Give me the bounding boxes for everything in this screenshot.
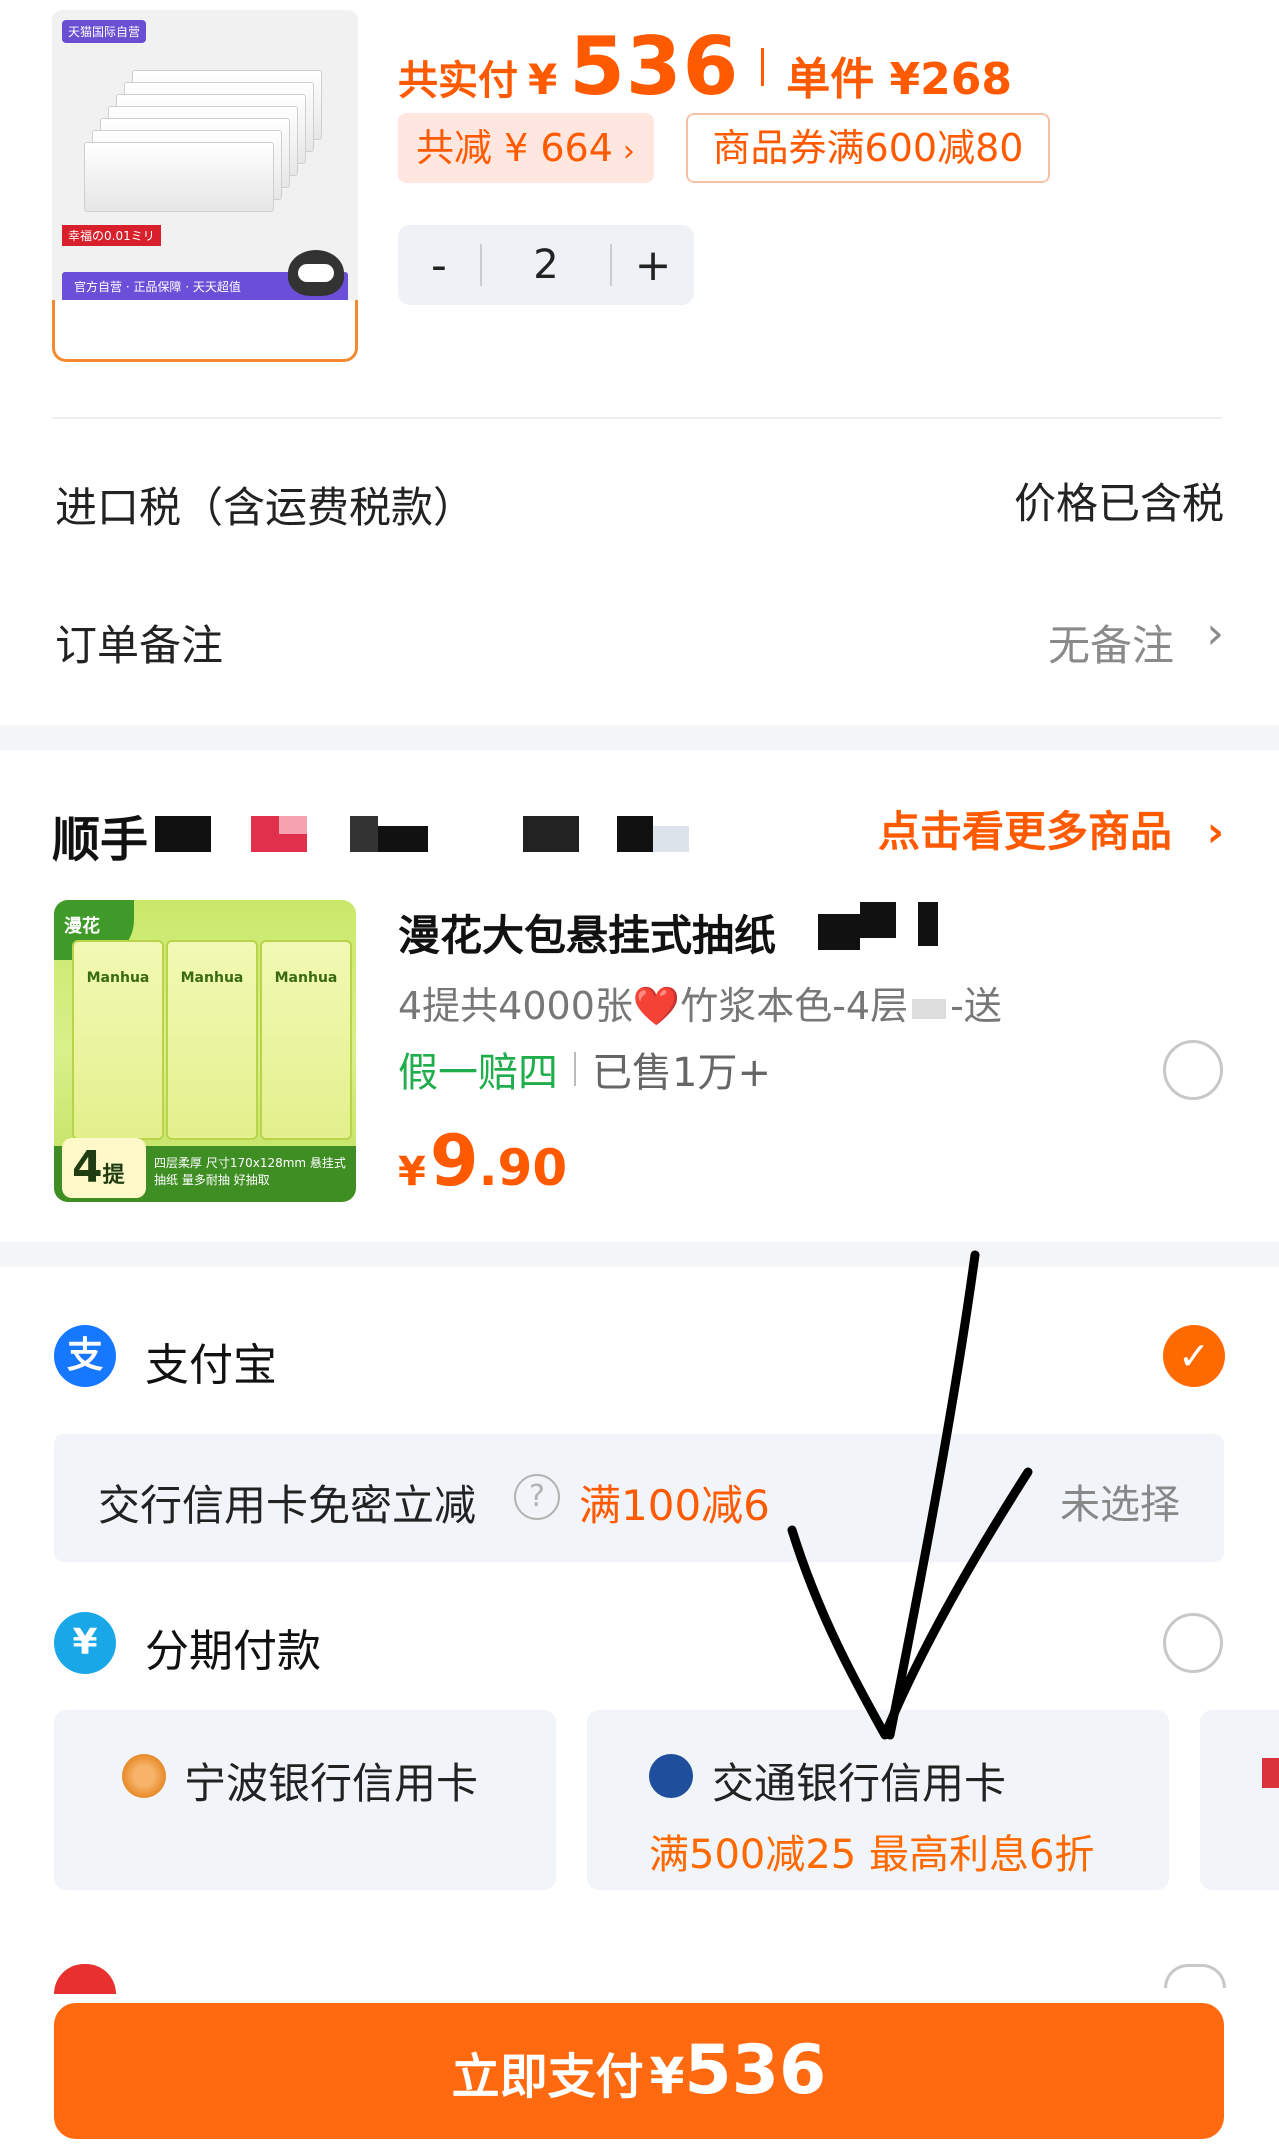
promo-select-state: 未选择 (1060, 1482, 1180, 1528)
installment-radio[interactable] (1163, 1613, 1223, 1673)
chevron-right-icon: › (1206, 807, 1224, 856)
hidden-button-edge (52, 300, 358, 362)
quantity-value[interactable]: 2 (482, 242, 610, 288)
pay-button-currency: ¥ (649, 2047, 685, 2105)
product-title[interactable]: 漫花大包悬挂式抽纸 (398, 902, 938, 963)
next-payment-icon-partial (54, 1964, 116, 1994)
help-question-icon[interactable]: ? (514, 1474, 560, 1520)
quantity-increase-button[interactable]: + (612, 240, 694, 291)
pay-button-label: 立即支付 (451, 2049, 644, 2105)
price-integer: 9 (429, 1120, 479, 1202)
pay-button-amount: 536 (684, 2031, 827, 2110)
coupon-tag[interactable]: 商品券满600减80 (686, 113, 1050, 183)
cart-item-card: 天猫国际自营 幸福の0.01ミリ 官方自营 · 正品保障 · 天天超值 共实付 … (0, 0, 1279, 725)
price-separator (761, 47, 765, 86)
more-products-link[interactable]: 点击看更多商品 › (878, 798, 1224, 859)
installment-card-option[interactable]: 交通银行信用卡 满500减25 最高利息6折 (587, 1710, 1169, 1890)
price-currency: ¥ (398, 1149, 426, 1195)
chevron-right-icon: › (1206, 608, 1224, 659)
alipay-selected-check-icon[interactable]: ✓ (1163, 1325, 1225, 1387)
bank-name: 宁波银行信用卡 (184, 1759, 479, 1808)
installment-card-option[interactable]: 宁波银行信用卡 (54, 1710, 556, 1890)
tag-divider (574, 1052, 576, 1086)
unit-price: 单件 ¥268 (786, 54, 1013, 105)
product-image[interactable]: 漫花 Manhua Manhua Manhua 四层柔厚 尺寸170x128mm… (54, 900, 356, 1202)
censor-block (918, 902, 938, 946)
total-currency: ¥ (528, 55, 558, 104)
tmall-mascot-icon (288, 250, 344, 296)
shop-recommendation-card: 顺手 点击看更多商品 › 漫花 Manhua Manhua Manhua 四层柔… (0, 750, 1279, 1242)
alipay-label[interactable]: 支付宝 (145, 1329, 277, 1393)
quantity-stepper: - 2 + (398, 225, 694, 305)
divider (52, 417, 1222, 419)
total-amount: 536 (569, 20, 740, 113)
import-tax-label: 进口税（含运费税款） (55, 483, 476, 532)
sold-count: 已售1万+ (592, 1050, 771, 1096)
censored-shop-name (155, 816, 715, 852)
alipay-icon: 支 (54, 1325, 116, 1387)
discount-label: 共减 ¥ 664 (416, 126, 613, 170)
product-subtitle-tail: -送 (950, 984, 1002, 1028)
bank-name: 交通银行信用卡 (712, 1759, 1007, 1808)
bocom-bank-logo-icon (649, 1754, 693, 1798)
censor-block (818, 914, 860, 950)
product-subtitle: 4提共4000张❤️竹浆本色-4层 -送 (398, 975, 1002, 1030)
discount-detail-button[interactable]: 共减 ¥ 664 › (398, 113, 654, 183)
product-pack: Manhua (260, 940, 352, 1140)
installment-label[interactable]: 分期付款 (145, 1615, 321, 1679)
installment-card-option-partial[interactable] (1200, 1710, 1279, 1890)
product-pack: Manhua (166, 940, 258, 1140)
pay-now-button[interactable]: 立即支付 ¥ 536 (54, 2003, 1224, 2139)
ningbo-bank-logo-icon (122, 1754, 166, 1798)
total-label: 共实付 (398, 58, 518, 104)
guarantee-tag: 假一赔四 (398, 1050, 558, 1096)
promo-text: 交行信用卡免密立减 (98, 1481, 477, 1530)
alipay-promo-row[interactable]: 交行信用卡免密立减 ? 满100减6 未选择 (54, 1434, 1224, 1562)
product-price: ¥ 9 .90 (398, 1120, 567, 1202)
product-thumbnail[interactable]: 天猫国际自营 幸福の0.01ミリ 官方自营 · 正品保障 · 天天超值 (52, 10, 358, 308)
next-payment-radio-partial (1164, 1964, 1226, 1988)
add-product-radio[interactable] (1163, 1040, 1223, 1100)
product-tags: 假一赔四 已售1万+ (398, 1040, 771, 1098)
bank-logo-icon (1262, 1758, 1279, 1788)
pack-count: 4 (72, 1142, 103, 1193)
total-price-line: 共实付 ¥ 536 单件 ¥268 (398, 20, 1012, 113)
order-note-value: 无备注 (1047, 621, 1174, 670)
card-offer: 满500减25 最高利息6折 (649, 1832, 1095, 1878)
installment-icon: ¥ (54, 1612, 116, 1674)
order-note-label: 订单备注 (55, 621, 224, 670)
censor-block (860, 902, 896, 938)
store-badge: 天猫国际自营 (62, 20, 147, 43)
more-products-label: 点击看更多商品 (878, 807, 1173, 856)
product-brand-strip: 幸福の0.01ミリ (62, 225, 161, 246)
promo-deal: 满100减6 (579, 1481, 770, 1530)
product-pack: Manhua (72, 940, 164, 1140)
shop-name: 顺手 (52, 812, 149, 868)
price-decimal: .90 (478, 1139, 568, 1197)
chevron-right-icon: › (622, 134, 635, 169)
censor-block (912, 998, 947, 1019)
quantity-decrease-button[interactable]: - (398, 240, 480, 291)
import-tax-value: 价格已含税 (1013, 479, 1224, 528)
product-subtitle-text: 4提共4000张❤️竹浆本色-4层 (398, 984, 909, 1028)
pack-count-unit: 提 (102, 1163, 125, 1188)
pack-count-badge: 4提 (62, 1138, 146, 1198)
product-title-text: 漫花大包悬挂式抽纸 (398, 911, 777, 960)
